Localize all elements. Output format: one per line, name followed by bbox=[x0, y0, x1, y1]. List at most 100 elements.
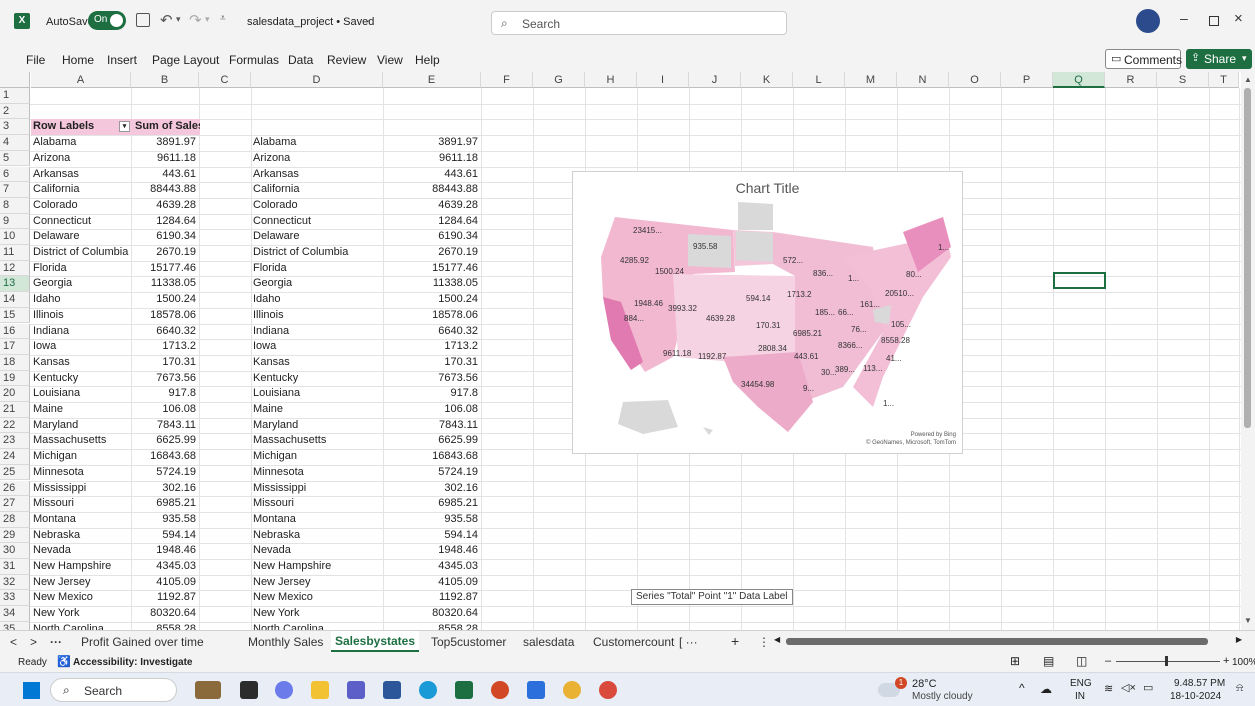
table-state-cell[interactable]: Indiana bbox=[251, 324, 383, 340]
battery-icon[interactable]: ▭ bbox=[1143, 681, 1153, 694]
pivot-state-cell[interactable]: Mississippi bbox=[31, 481, 131, 497]
table-state-cell[interactable]: Maryland bbox=[251, 418, 383, 434]
row-header[interactable]: 11 bbox=[0, 245, 30, 261]
map-data-label[interactable]: 1192.87 bbox=[698, 352, 726, 361]
column-header-p[interactable]: P bbox=[1001, 72, 1053, 88]
column-header-f[interactable]: F bbox=[481, 72, 533, 88]
table-sales-cell[interactable]: 9611.18 bbox=[383, 151, 481, 167]
pivot-sales-cell[interactable]: 1713.2 bbox=[131, 339, 199, 355]
document-title[interactable]: salesdata_project • Saved bbox=[247, 16, 374, 28]
map-data-label[interactable]: 1... bbox=[883, 399, 894, 408]
row-header[interactable]: 21 bbox=[0, 402, 30, 418]
column-header-a[interactable]: A bbox=[31, 72, 131, 88]
table-sales-cell[interactable]: 88443.88 bbox=[383, 182, 481, 198]
more-sheets-left-icon[interactable]: ··· bbox=[50, 635, 62, 649]
pivot-state-cell[interactable]: District of Columbia bbox=[31, 245, 131, 261]
map-data-label[interactable]: 185... bbox=[815, 308, 835, 317]
task-view-icon[interactable] bbox=[240, 681, 258, 699]
map-data-label[interactable]: 23415... bbox=[633, 226, 662, 235]
excel-taskbar-icon[interactable] bbox=[455, 681, 473, 699]
add-sheet-icon[interactable]: + bbox=[731, 633, 739, 649]
menu-view[interactable]: View bbox=[377, 53, 403, 67]
table-sales-cell[interactable]: 1948.46 bbox=[383, 543, 481, 559]
next-sheet-icon[interactable]: > bbox=[30, 635, 37, 649]
weather-temp[interactable]: 28°C bbox=[912, 678, 937, 690]
table-state-cell[interactable]: Colorado bbox=[251, 198, 383, 214]
pivot-sales-cell[interactable]: 6640.32 bbox=[131, 324, 199, 340]
map-data-label[interactable]: 1948.46 bbox=[634, 299, 663, 308]
map-data-label[interactable]: 935.58 bbox=[693, 242, 717, 251]
powerpoint-icon[interactable] bbox=[491, 681, 509, 699]
row-header[interactable]: 4 bbox=[0, 135, 30, 151]
scroll-down-icon[interactable]: ▼ bbox=[1244, 616, 1252, 625]
pivot-state-cell[interactable]: Colorado bbox=[31, 198, 131, 214]
row-header[interactable]: 20 bbox=[0, 386, 30, 402]
map-data-label[interactable]: 443.61 bbox=[794, 352, 818, 361]
table-sales-cell[interactable]: 106.08 bbox=[383, 402, 481, 418]
pivot-sales-cell[interactable]: 7843.11 bbox=[131, 418, 199, 434]
row-header[interactable]: 10 bbox=[0, 229, 30, 245]
column-header-m[interactable]: M bbox=[845, 72, 897, 88]
pivot-row-labels-header[interactable]: Row Labels ▾ bbox=[31, 119, 132, 135]
table-state-cell[interactable]: District of Columbia bbox=[251, 245, 383, 261]
zoom-slider-thumb[interactable] bbox=[1165, 656, 1168, 666]
map-data-label[interactable]: 9611.18 bbox=[663, 349, 691, 358]
table-sales-cell[interactable]: 302.16 bbox=[383, 481, 481, 497]
horizontal-scrollbar[interactable]: ◀ ▶ bbox=[772, 635, 1244, 647]
map-data-label[interactable]: 66... bbox=[838, 308, 854, 317]
table-sales-cell[interactable]: 594.14 bbox=[383, 528, 481, 544]
undo-icon[interactable]: ↶ bbox=[160, 11, 173, 29]
map-data-label[interactable]: 20510... bbox=[885, 289, 914, 298]
row-header[interactable]: 2 bbox=[0, 103, 30, 120]
chrome-icon[interactable] bbox=[563, 681, 581, 699]
table-sales-cell[interactable]: 2670.19 bbox=[383, 245, 481, 261]
pivot-state-cell[interactable]: New Hampshire bbox=[31, 559, 131, 575]
map-data-label[interactable]: 1713.2 bbox=[787, 290, 811, 299]
row-header[interactable]: 24 bbox=[0, 449, 30, 465]
pivot-sales-cell[interactable]: 302.16 bbox=[131, 481, 199, 497]
map-data-label[interactable]: 161... bbox=[860, 300, 880, 309]
comments-button[interactable]: ▭ Comments bbox=[1105, 49, 1182, 69]
table-sales-cell[interactable]: 917.8 bbox=[383, 386, 481, 402]
active-cell[interactable] bbox=[1053, 272, 1106, 289]
column-header-g[interactable]: G bbox=[533, 72, 585, 88]
pivot-state-cell[interactable]: Idaho bbox=[31, 292, 131, 308]
vertical-scrollbar[interactable]: ▲ ▼ bbox=[1241, 72, 1255, 630]
row-header[interactable]: 17 bbox=[0, 339, 30, 355]
page-break-view-icon[interactable]: ◫ bbox=[1076, 654, 1087, 668]
row-header[interactable]: 15 bbox=[0, 307, 30, 324]
map-data-label[interactable]: 34454.98 bbox=[741, 380, 774, 389]
map-data-label[interactable]: 6985.21 bbox=[793, 329, 822, 338]
pivot-state-cell[interactable]: New York bbox=[31, 606, 131, 622]
pivot-sum-of-sales-header[interactable]: Sum of Sales bbox=[132, 119, 200, 135]
menu-formulas[interactable]: Formulas bbox=[229, 53, 279, 67]
sheet-options-icon[interactable]: ⋮ bbox=[758, 635, 770, 649]
row-header[interactable]: 27 bbox=[0, 496, 30, 512]
table-sales-cell[interactable]: 15177.46 bbox=[383, 261, 481, 277]
pivot-state-cell[interactable]: Georgia bbox=[31, 276, 131, 292]
pivot-state-cell[interactable]: Kansas bbox=[31, 355, 131, 371]
pivot-sales-cell[interactable]: 4345.03 bbox=[131, 559, 199, 575]
table-sales-cell[interactable]: 80320.64 bbox=[383, 606, 481, 622]
table-sales-cell[interactable]: 6640.32 bbox=[383, 324, 481, 340]
map-data-label[interactable]: 389... bbox=[835, 365, 855, 374]
customize-qat-icon[interactable]: ⩡ bbox=[220, 13, 226, 24]
pivot-sales-cell[interactable]: 11338.05 bbox=[131, 276, 199, 292]
pivot-state-cell[interactable]: Montana bbox=[31, 512, 131, 528]
pivot-sales-cell[interactable]: 3891.97 bbox=[131, 135, 199, 151]
table-sales-cell[interactable]: 935.58 bbox=[383, 512, 481, 528]
table-sales-cell[interactable]: 6985.21 bbox=[383, 496, 481, 512]
row-header[interactable]: 30 bbox=[0, 543, 30, 559]
row-header[interactable]: 32 bbox=[0, 574, 30, 591]
teams-icon[interactable] bbox=[347, 681, 365, 699]
table-state-cell[interactable]: Florida bbox=[251, 261, 383, 277]
map-chart[interactable]: Chart Title 23415... 935.58 572... 1... 4285… bbox=[572, 171, 963, 454]
pivot-sales-cell[interactable]: 6190.34 bbox=[131, 229, 199, 245]
weather-desc[interactable]: Mostly cloudy bbox=[912, 691, 973, 702]
row-header[interactable]: 34 bbox=[0, 606, 30, 622]
row-header[interactable]: 33 bbox=[0, 590, 30, 607]
pivot-sales-cell[interactable]: 88443.88 bbox=[131, 182, 199, 198]
scroll-left-icon[interactable]: ◀ bbox=[774, 635, 780, 644]
volume-icon[interactable]: ◁× bbox=[1121, 681, 1136, 694]
row-header[interactable]: 28 bbox=[0, 511, 30, 528]
